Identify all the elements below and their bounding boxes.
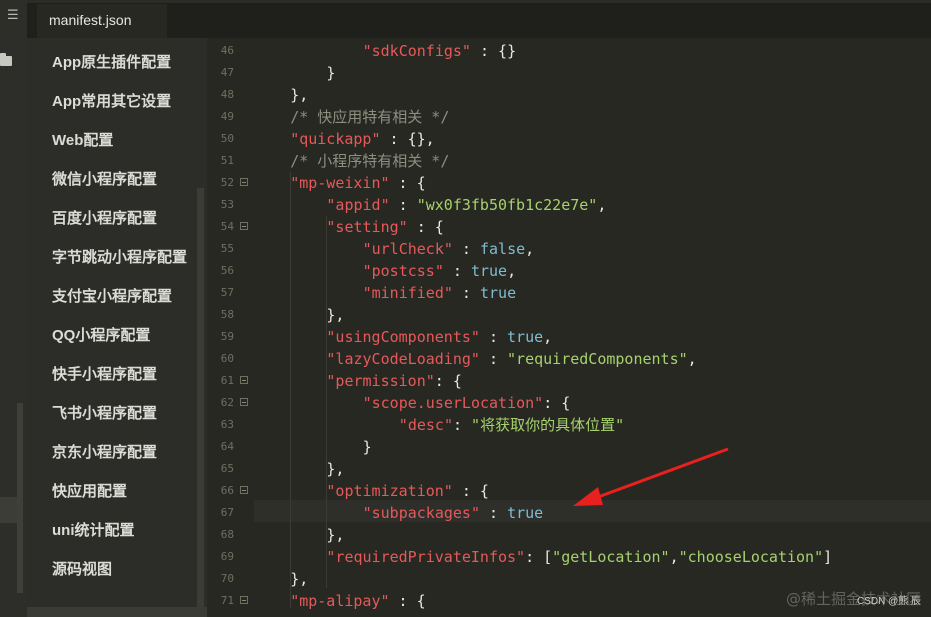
watermark-small: CSDN @熊 辰 <box>856 596 921 607</box>
annotation-arrow <box>573 447 729 506</box>
arrow-head <box>573 487 603 506</box>
arrow-shaft <box>589 447 729 502</box>
